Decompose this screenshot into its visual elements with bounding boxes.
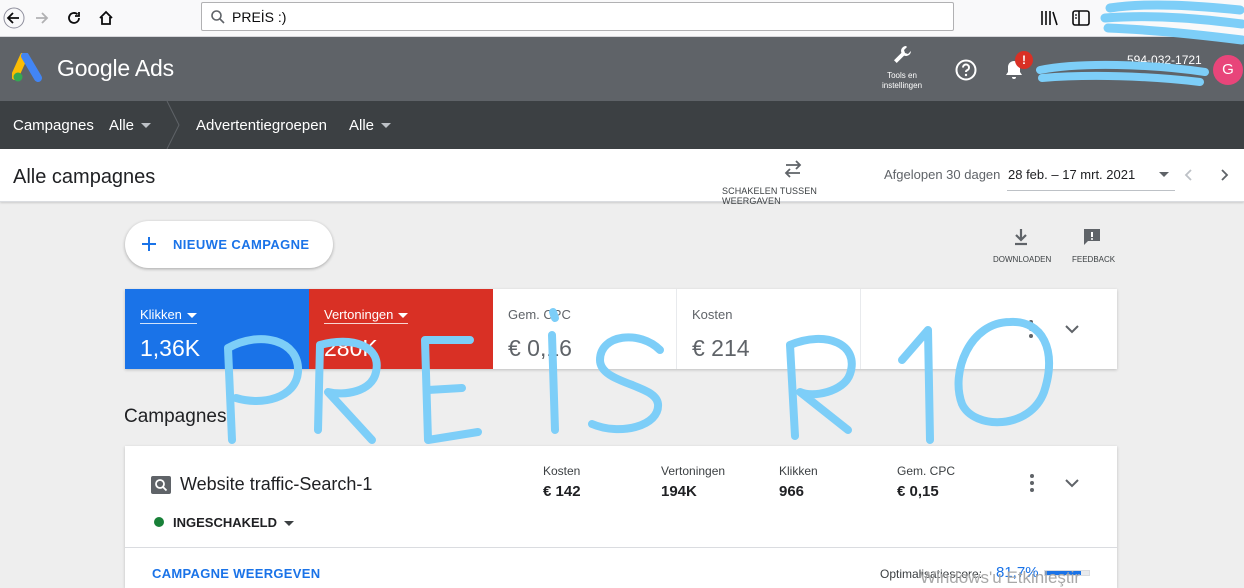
section-title: Campagnes <box>124 406 227 427</box>
back-arrow-icon <box>3 7 25 29</box>
download-icon <box>1015 229 1027 246</box>
campaigns-filter-dropdown[interactable]: Alle <box>104 101 158 149</box>
download-label: DOWNLOADEN <box>993 255 1052 264</box>
chevron-down-icon <box>284 521 294 526</box>
download-button[interactable]: DOWNLOADEN <box>990 225 1052 265</box>
help-icon[interactable] <box>954 58 978 82</box>
tools-button[interactable]: Tools en instellingen <box>872 43 932 98</box>
more-vert-icon[interactable] <box>1025 473 1039 493</box>
home-button[interactable] <box>92 5 120 31</box>
metric-label-clicks: Klikken <box>140 307 197 324</box>
next-period-icon[interactable] <box>1216 167 1232 183</box>
google-ads-logo-icon[interactable] <box>12 53 44 83</box>
windows-activation-watermark: Windows'u Etkinleştir <box>920 568 1081 587</box>
campaigns-label: Campagnes <box>13 117 94 134</box>
wrench-icon <box>894 46 911 63</box>
page-title: Alle campagnes <box>13 166 156 188</box>
new-campaign-label: NIEUWE CAMPAGNE <box>173 237 310 252</box>
metric-value-impressions: 280K <box>324 335 378 361</box>
adgroups-label: Advertentiegroepen <box>196 117 327 134</box>
chevron-down-icon <box>141 123 151 128</box>
adgroups-filter-dropdown[interactable]: Alle <box>344 101 398 149</box>
forward-button[interactable] <box>28 5 56 31</box>
metric-label-impressions: Vertoningen <box>324 307 409 324</box>
metric-impressions[interactable]: Vertoningen 280K <box>309 289 493 369</box>
metric-label-avg-cpc: Gem. CPC <box>508 307 571 322</box>
metric-avg-cpc[interactable]: Gem. CPC € 0,16 <box>493 289 677 369</box>
metric-value-cost: € 214 <box>692 335 750 361</box>
status-dot <box>154 517 164 527</box>
date-preset: Afgelopen 30 dagen <box>884 167 1001 182</box>
adgroups-filter-value: Alle <box>349 117 375 134</box>
date-range-select[interactable]: 28 feb. – 17 mrt. 2021 <box>1008 167 1135 182</box>
reload-button[interactable] <box>60 5 88 31</box>
metric-strip: Klikken 1,36K Vertoningen 280K Gem. CPC … <box>125 289 1117 369</box>
campaign-name[interactable]: Website traffic-Search-1 <box>180 474 372 495</box>
reload-icon <box>68 12 80 24</box>
notifications-button[interactable]: ! <box>1002 51 1038 87</box>
status-text: INGESCHAKELD <box>173 515 278 530</box>
view-campaign-link[interactable]: CAMPAGNE WEERGEVEN <box>152 566 320 581</box>
breadcrumb-separator-icon <box>166 101 180 149</box>
ads-header: Google Ads Tools en instellingen ! 594-0… <box>0 37 1244 101</box>
stat-label-clicks: Klikken <box>779 464 818 478</box>
home-icon <box>99 10 113 25</box>
card-divider <box>125 547 1117 548</box>
more-vert-icon[interactable] <box>1024 319 1038 339</box>
campaigns-filter-value: Alle <box>109 117 135 134</box>
search-icon <box>211 10 225 24</box>
stat-value-avg-cpc: € 0,15 <box>897 483 939 500</box>
library-icon[interactable] <box>1040 9 1060 27</box>
new-campaign-button[interactable]: NIEUWE CAMPAGNE <box>125 221 333 268</box>
url-text: PREİS :) <box>232 9 287 25</box>
feedback-button[interactable]: FEEDBACK <box>1068 225 1118 265</box>
url-bar[interactable]: PREİS :) <box>201 2 954 31</box>
plus-icon <box>142 237 156 251</box>
chevron-down-icon <box>186 313 197 319</box>
metric-value-clicks: 1,36K <box>140 335 201 361</box>
date-dropdown-icon[interactable] <box>1159 172 1169 177</box>
switch-views-button[interactable]: SCHAKELEN TUSSEN WEERGAVEN <box>720 155 868 206</box>
page-title-bar: Alle campagnes SCHAKELEN TUSSEN WEERGAVE… <box>0 149 1244 206</box>
stat-value-impressions: 194K <box>661 483 697 500</box>
metric-value-avg-cpc: € 0,16 <box>508 335 572 361</box>
status-dropdown[interactable]: INGESCHAKELD <box>171 508 301 536</box>
metric-cost[interactable]: Kosten € 214 <box>677 289 861 369</box>
sidebar-icon[interactable] <box>1071 9 1091 27</box>
stat-label-impressions: Vertoningen <box>661 464 726 478</box>
switch-views-label: SCHAKELEN TUSSEN WEERGAVEN <box>722 186 817 206</box>
tools-label: Tools en instellingen <box>881 71 923 90</box>
notification-badge: ! <box>1015 51 1033 69</box>
feedback-label: FEEDBACK <box>1072 255 1116 264</box>
campaign-card: Website traffic-Search-1 INGESCHAKELD Ko… <box>125 446 1117 588</box>
expand-chevron-icon[interactable] <box>1064 322 1080 336</box>
swap-arrows-icon <box>784 160 802 178</box>
date-underline <box>1007 190 1175 191</box>
chevron-down-icon <box>381 123 391 128</box>
forward-arrow-icon <box>36 12 49 24</box>
browser-toolbar: PREİS :) <box>0 0 1244 37</box>
stat-label-avg-cpc: Gem. CPC <box>897 464 956 478</box>
previous-period-icon[interactable] <box>1181 167 1197 183</box>
back-button[interactable] <box>0 5 28 31</box>
expand-chevron-icon[interactable] <box>1064 476 1080 490</box>
chevron-down-icon <box>398 313 409 319</box>
campaign-breadcrumb-bar: Campagnes Alle Advertentiegroepen Alle <box>0 101 1244 149</box>
brand-name: Google Ads <box>57 55 174 81</box>
feedback-icon <box>1084 229 1100 245</box>
avatar[interactable]: G <box>1213 55 1243 85</box>
stat-value-cost: € 142 <box>543 483 581 500</box>
stat-value-clicks: 966 <box>779 483 805 500</box>
stat-label-cost: Kosten <box>543 464 581 478</box>
metric-clicks[interactable]: Klikken 1,36K <box>125 289 309 369</box>
search-campaign-icon <box>151 476 171 494</box>
account-id: 594-032-1721 <box>1127 53 1202 67</box>
metric-label-cost: Kosten <box>692 307 733 322</box>
